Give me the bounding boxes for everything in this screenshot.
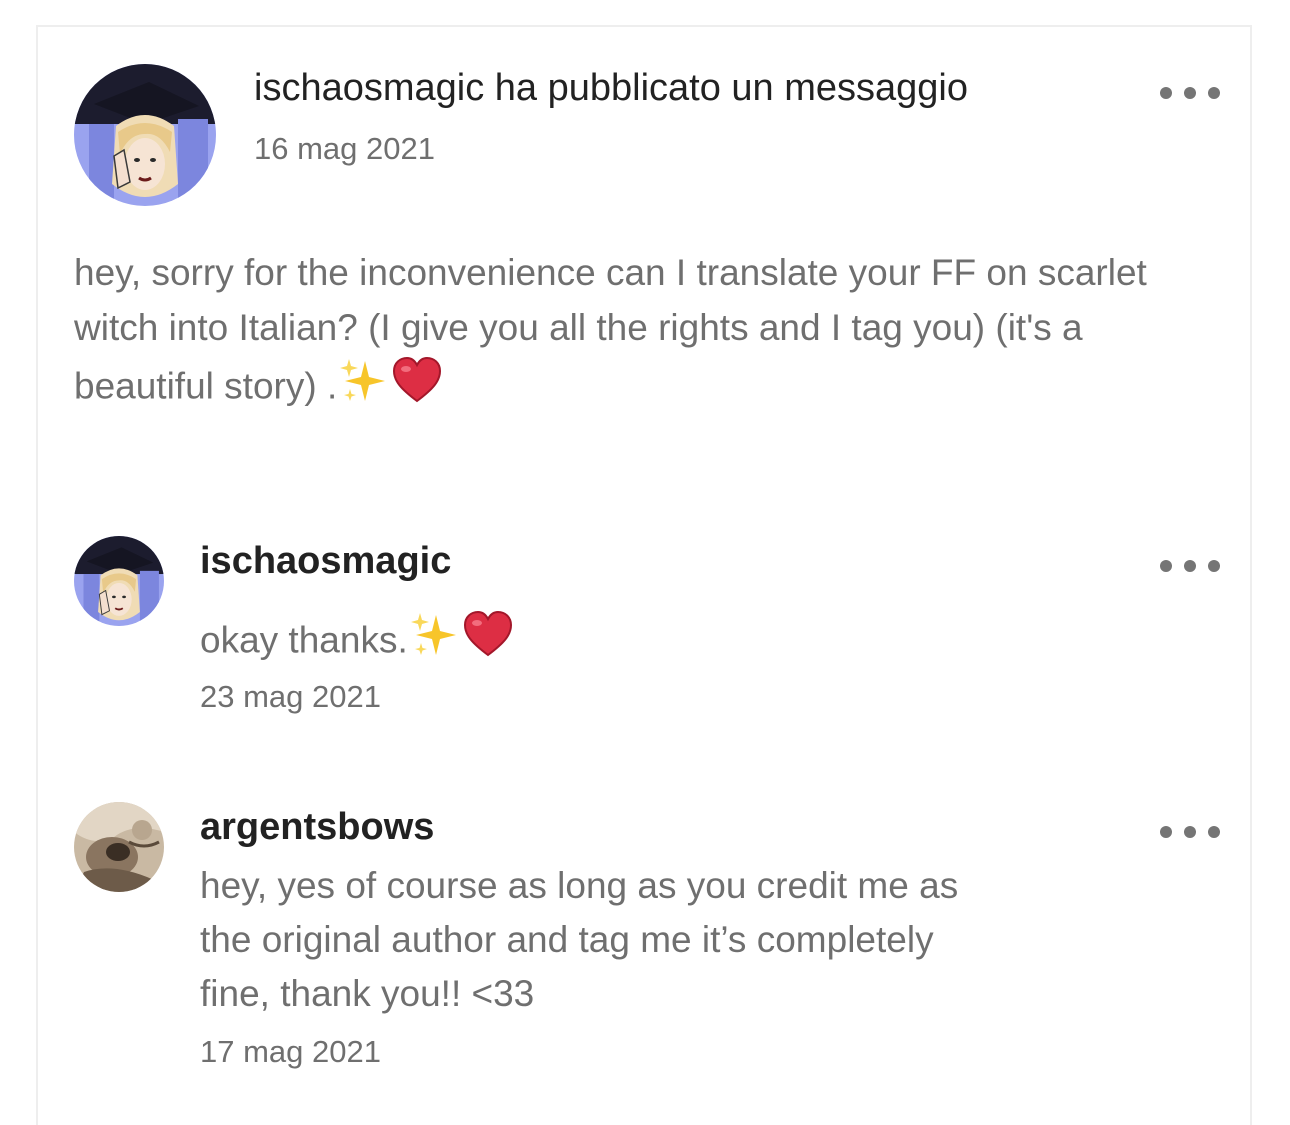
- red-heart-icon: [462, 609, 514, 676]
- dot-icon: [1208, 826, 1220, 838]
- dot-icon: [1184, 87, 1196, 99]
- comment-username[interactable]: argentsbows: [200, 806, 434, 849]
- dot-icon: [1160, 826, 1172, 838]
- message-card: ischaosmagic ha pubblicato un messaggio …: [36, 25, 1252, 1125]
- post-date: 16 mag 2021: [254, 131, 435, 166]
- dot-icon: [1208, 87, 1220, 99]
- comment-date: 17 mag 2021: [200, 1034, 381, 1069]
- comment-date: 23 mag 2021: [200, 679, 381, 714]
- comment-text: hey, yes of course as long as you credit…: [200, 865, 959, 1014]
- post-more-options-button[interactable]: [1160, 79, 1220, 107]
- post-title: ischaosmagic ha pubblicato un messaggio: [254, 67, 968, 109]
- post-body-text: hey, sorry for the inconvenience can I t…: [74, 252, 1147, 407]
- comment-text: okay thanks.: [200, 609, 1100, 676]
- dot-icon: [1184, 826, 1196, 838]
- comment-username[interactable]: ischaosmagic: [200, 540, 451, 583]
- comment-text-content: okay thanks.: [200, 619, 408, 661]
- avatar-image: [74, 536, 164, 626]
- sparkles-icon: [410, 611, 458, 674]
- red-heart-icon: [391, 355, 443, 422]
- sparkles-icon: [339, 357, 387, 420]
- post-body: hey, sorry for the inconvenience can I t…: [74, 245, 1224, 422]
- avatar-image: [74, 64, 216, 206]
- dot-icon: [1160, 87, 1172, 99]
- comment-author-avatar[interactable]: [74, 536, 164, 626]
- dot-icon: [1160, 560, 1172, 572]
- comment-more-options-button[interactable]: [1160, 818, 1220, 846]
- post-author-avatar[interactable]: [74, 64, 216, 206]
- comment-more-options-button[interactable]: [1160, 552, 1220, 580]
- dot-icon: [1184, 560, 1196, 572]
- comment-author-avatar[interactable]: [74, 802, 164, 892]
- avatar-image: [74, 802, 164, 892]
- dot-icon: [1208, 560, 1220, 572]
